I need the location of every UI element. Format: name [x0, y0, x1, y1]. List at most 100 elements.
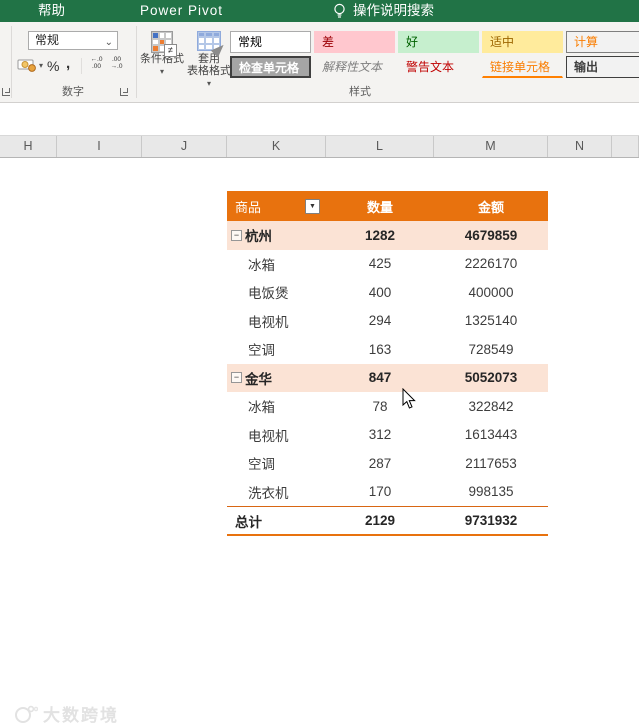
qty-cell[interactable]: 400	[326, 285, 434, 300]
column-header-partial[interactable]	[612, 136, 639, 157]
cell-style-10[interactable]: 输出	[566, 56, 639, 78]
watermark-logo	[15, 705, 38, 723]
row-label: 电视机	[248, 314, 289, 330]
qty-cell[interactable]: 163	[326, 342, 434, 357]
qty-cell[interactable]: 294	[326, 313, 434, 328]
percent-style-button[interactable]: %	[47, 58, 59, 74]
cell-style-9[interactable]: 链接单元格	[482, 56, 563, 78]
qty-cell[interactable]: 1282	[326, 228, 434, 243]
qty-cell[interactable]: 287	[326, 456, 434, 471]
ribbon: 常规 ⌄ ▾ % , ←.0 .00 .00 →.0 数字 ≠ 条件格式 ▾ 套…	[0, 22, 639, 103]
decrease-decimal-button[interactable]: .00 →.0	[107, 56, 126, 70]
amount-cell[interactable]: 728549	[434, 342, 548, 357]
amount-cell[interactable]: 322842	[434, 399, 548, 414]
amount-cell[interactable]: 4679859	[434, 228, 548, 243]
collapse-button[interactable]: −	[231, 372, 242, 384]
filter-dropdown-button[interactable]: ▼	[305, 198, 320, 214]
row-label-cell[interactable]: 冰箱	[227, 254, 326, 274]
comma-style-button[interactable]: ,	[66, 55, 70, 72]
format-as-table-label-2-text: 表格格式	[187, 65, 231, 77]
pivot-row-金华: − 金华 847 5052073	[227, 363, 548, 392]
amount-cell[interactable]: 1613443	[434, 427, 548, 442]
filter-arrow-icon: ▼	[309, 202, 316, 210]
row-label: 电饭煲	[248, 286, 289, 302]
cell-style-8[interactable]: 警告文本	[398, 56, 479, 78]
prev-group-dialog-launcher[interactable]	[2, 88, 10, 96]
dropdown-arrow-icon: ▾	[159, 67, 164, 76]
number-format-dropdown[interactable]: 常规 ⌄	[28, 31, 118, 50]
pivot-row-空调: 空调 163 728549	[227, 335, 548, 364]
row-label-cell[interactable]: 电饭煲	[227, 282, 326, 302]
cell-style-5[interactable]: 计算	[566, 31, 639, 53]
pivot-body: − 杭州 1282 4679859 冰箱 425 2226170 电饭煲 400 400000 电视…	[227, 221, 548, 506]
sheet-canvas[interactable]: 商品 ▼ 数量 金额 − 杭州 1282 4679859 冰箱 425 2226170 电饭煲…	[0, 158, 639, 725]
accounting-dropdown-icon[interactable]: ▾	[39, 61, 43, 70]
row-label-cell[interactable]: 电视机	[227, 311, 326, 331]
row-label: 冰箱	[248, 400, 275, 416]
column-header-M[interactable]: M	[434, 136, 548, 157]
total-qty-cell[interactable]: 2129	[326, 513, 434, 528]
cell-style-3[interactable]: 好	[398, 31, 479, 53]
row-label: 空调	[248, 343, 275, 359]
cell-style-1[interactable]: 常规	[230, 31, 311, 53]
not-equal-badge: ≠	[164, 44, 177, 57]
pivot-header-product[interactable]: 商品 ▼	[227, 197, 326, 216]
cell-styles-gallery: 常规差好适中 计算 检查单元格 解释性文本 警告文本 链接单元格 输出	[230, 31, 639, 81]
tab-help[interactable]: 帮助	[38, 0, 65, 22]
amount-cell[interactable]: 1325140	[434, 313, 548, 328]
pivot-header-row: 商品 ▼ 数量 金额	[227, 191, 548, 221]
amount-cell[interactable]: 2226170	[434, 256, 548, 271]
amount-cell[interactable]: 998135	[434, 484, 548, 499]
number-dialog-launcher[interactable]	[120, 88, 128, 96]
pivot-row-冰箱: 冰箱 425 2226170	[227, 250, 548, 279]
amount-cell[interactable]: 5052073	[434, 370, 548, 385]
cell-style-7[interactable]: 解释性文本	[314, 56, 395, 78]
pivot-header-amount[interactable]: 金额	[434, 197, 548, 216]
title-tab-bar: 帮助 Power Pivot 操作说明搜索	[0, 0, 639, 22]
row-label-cell[interactable]: − 杭州	[227, 225, 326, 245]
row-label-cell[interactable]: − 金华	[227, 368, 326, 388]
watermark: 大数跨境	[14, 701, 119, 726]
pivot-total-row[interactable]: 总计 2129 9731932	[227, 506, 548, 536]
tell-me-label: 操作说明搜索	[353, 3, 434, 18]
total-amount-cell[interactable]: 9731932	[434, 513, 548, 528]
pivot-table: 商品 ▼ 数量 金额 − 杭州 1282 4679859 冰箱 425 2226170 电饭煲…	[227, 191, 548, 536]
row-label: 空调	[248, 457, 275, 473]
qty-cell[interactable]: 425	[326, 256, 434, 271]
column-header-N[interactable]: N	[548, 136, 612, 157]
column-header-H[interactable]: H	[0, 136, 57, 157]
increase-decimal-button[interactable]: ←.0 .00	[87, 56, 106, 70]
row-label: 金华	[245, 371, 272, 387]
row-label-cell[interactable]: 冰箱	[227, 396, 326, 416]
divider	[81, 58, 82, 74]
column-header-I[interactable]: I	[57, 136, 142, 157]
collapse-button[interactable]: −	[231, 229, 242, 241]
row-label-cell[interactable]: 电视机	[227, 425, 326, 445]
pivot-row-空调: 空调 287 2117653	[227, 449, 548, 478]
cell-style-2[interactable]: 差	[314, 31, 395, 53]
row-label-cell[interactable]: 空调	[227, 339, 326, 359]
pivot-row-电视机: 电视机 312 1613443	[227, 421, 548, 450]
formula-bar-area	[0, 103, 639, 135]
tell-me-search[interactable]: 操作说明搜索	[333, 0, 434, 22]
qty-cell[interactable]: 847	[326, 370, 434, 385]
number-format-value: 常规	[35, 33, 60, 47]
cell-style-6[interactable]: 检查单元格	[230, 56, 311, 78]
row-label: 杭州	[245, 229, 272, 245]
cell-style-4[interactable]: 适中	[482, 31, 563, 53]
number-group-label: 数字	[62, 86, 84, 98]
column-header-J[interactable]: J	[142, 136, 227, 157]
total-label-cell[interactable]: 总计	[227, 511, 326, 531]
qty-cell[interactable]: 312	[326, 427, 434, 442]
decrease-decimal-icon2: →.0	[110, 63, 123, 70]
amount-cell[interactable]: 400000	[434, 285, 548, 300]
pivot-header-qty[interactable]: 数量	[326, 197, 434, 216]
qty-cell[interactable]: 170	[326, 484, 434, 499]
tab-power-pivot[interactable]: Power Pivot	[140, 0, 223, 22]
row-label-cell[interactable]: 洗衣机	[227, 482, 326, 502]
accounting-format-icon[interactable]	[17, 57, 37, 72]
amount-cell[interactable]: 2117653	[434, 456, 548, 471]
column-header-K[interactable]: K	[227, 136, 326, 157]
column-header-L[interactable]: L	[326, 136, 434, 157]
row-label-cell[interactable]: 空调	[227, 453, 326, 473]
